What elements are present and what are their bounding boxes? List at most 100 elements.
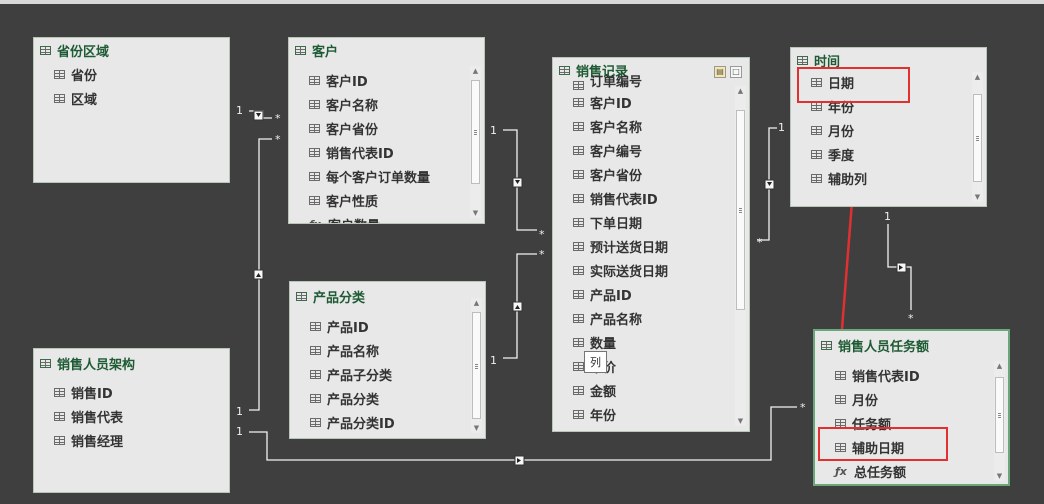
cardinality-many: * — [800, 401, 806, 414]
field-item[interactable]: 月份 — [815, 387, 1008, 411]
field-item[interactable]: 季度 — [791, 142, 986, 166]
field-item[interactable]: 预计送货日期 — [553, 234, 749, 258]
fx-measure-icon: ƒx — [835, 464, 847, 478]
scroll-down-arrow[interactable]: ▼ — [735, 416, 746, 426]
field-item[interactable]: 客户省份 — [289, 116, 484, 140]
field-label: 产品分类ID — [327, 416, 395, 432]
field-item[interactable]: 销售代表ID — [815, 363, 1008, 387]
field-item[interactable]: 销售ID — [34, 380, 229, 404]
scroll-up-arrow[interactable]: ▲ — [735, 86, 746, 96]
field-item[interactable]: 下单日期 — [553, 210, 749, 234]
column-grid-icon — [573, 337, 584, 347]
field-item[interactable]: 产品分类ID — [290, 410, 485, 434]
column-grid-icon — [309, 123, 320, 133]
column-grid-icon — [573, 289, 584, 299]
cardinality-many: * — [539, 248, 545, 261]
scroll-down-arrow[interactable]: ▼ — [994, 471, 1005, 481]
field-item[interactable]: 产品子分类 — [290, 362, 485, 386]
scroll-up-arrow[interactable]: ▲ — [470, 66, 481, 76]
field-label: 销售代表ID — [326, 146, 394, 162]
field-item[interactable]: 数量 — [553, 330, 749, 354]
cardinality-many: * — [275, 112, 281, 125]
scroll-down-arrow[interactable]: ▼ — [972, 192, 983, 202]
scroll-down-arrow[interactable]: ▼ — [470, 208, 481, 218]
column-grid-icon — [573, 97, 584, 107]
table-sales-target[interactable]: 销售人员任务额 销售代表ID 月份 任务额 辅助日期 ƒx 总任务额 ▲ ▼ — [813, 329, 1010, 486]
field-item[interactable]: 单价 — [553, 354, 749, 378]
scroll-down-arrow[interactable]: ▼ — [471, 423, 482, 433]
field-item[interactable]: ƒx 客户数量 — [289, 212, 484, 224]
field-item[interactable]: 销售代表ID — [553, 186, 749, 210]
column-grid-icon — [573, 169, 584, 179]
table-sales-record[interactable]: 销售记录 ▤ □ 订单编号 客户ID 客户名称 客户编号 客户省份 销售代表ID… — [552, 57, 750, 432]
column-grid-icon — [54, 93, 65, 103]
field-item[interactable]: 销售经理 — [34, 428, 229, 452]
column-grid-icon — [54, 69, 65, 79]
field-item[interactable]: 产品ID — [553, 282, 749, 306]
cardinality-one: 1 — [236, 405, 243, 418]
vertical-scrollbar[interactable]: ▲ ▼ — [471, 298, 482, 433]
field-item[interactable]: 客户编号 — [553, 138, 749, 162]
field-label: 产品名称 — [590, 312, 643, 328]
scroll-thumb[interactable] — [471, 80, 480, 184]
field-item[interactable]: 销售代表ID — [289, 140, 484, 164]
field-item[interactable]: 月份 — [791, 118, 986, 142]
column-grid-icon — [573, 193, 584, 203]
field-item[interactable]: 产品ID — [290, 314, 485, 338]
field-item[interactable]: 客户性质 — [289, 188, 484, 212]
column-grid-icon — [309, 171, 320, 181]
vertical-scrollbar[interactable]: ▲ ▼ — [470, 66, 481, 218]
column-grid-icon — [54, 387, 65, 397]
field-item[interactable]: 产品名称 — [290, 338, 485, 362]
scroll-up-arrow[interactable]: ▲ — [994, 361, 1005, 371]
measure-item[interactable]: ƒx 总任务额 — [815, 459, 1008, 483]
table-header[interactable]: 销售人员架构 — [34, 351, 229, 375]
field-item[interactable]: 金额 — [553, 378, 749, 402]
scroll-up-arrow[interactable]: ▲ — [972, 72, 983, 82]
table-header[interactable]: 客户 — [289, 38, 484, 62]
field-item[interactable]: 辅助列 — [791, 166, 986, 190]
field-item[interactable]: 产品分类 — [290, 386, 485, 410]
field-item[interactable]: 客户省份 — [553, 162, 749, 186]
table-customer[interactable]: 客户 客户ID 客户名称 客户省份 销售代表ID 每个客户订单数量 客户性质 ƒ… — [288, 37, 485, 224]
cardinality-one: 1 — [236, 104, 243, 117]
scroll-thumb[interactable] — [736, 110, 745, 310]
field-item[interactable]: 省份 — [34, 62, 229, 86]
field-item[interactable]: 年份 — [553, 402, 749, 426]
table-province-region[interactable]: 省份区域 省份 区域 — [33, 37, 230, 183]
column-grid-icon — [310, 345, 321, 355]
field-item[interactable]: 区域 — [34, 86, 229, 110]
field-label: 客户ID — [326, 74, 368, 90]
table-product-category[interactable]: 产品分类 产品ID 产品名称 产品子分类 产品分类 产品分类ID ▲ ▼ — [289, 281, 486, 439]
scroll-thumb[interactable] — [472, 312, 481, 419]
field-item[interactable]: 客户ID — [553, 90, 749, 114]
table-header[interactable]: 销售人员任务额 — [815, 333, 1008, 357]
column-tooltip: 列 — [584, 351, 607, 373]
column-grid-icon — [309, 99, 320, 109]
field-label: 辅助列 — [828, 172, 868, 188]
table-sales-org[interactable]: 销售人员架构 销售ID 销售代表 销售经理 — [33, 348, 230, 493]
column-grid-icon — [573, 409, 584, 419]
field-item[interactable]: 客户名称 — [553, 114, 749, 138]
scroll-thumb[interactable] — [995, 377, 1004, 453]
field-item[interactable]: 客户名称 — [289, 92, 484, 116]
scroll-thumb[interactable] — [973, 94, 982, 182]
field-item[interactable]: 实际送货日期 — [553, 258, 749, 282]
field-item[interactable]: 产品名称 — [553, 306, 749, 330]
column-grid-icon — [573, 361, 584, 371]
field-item[interactable]: 每个客户订单数量 — [289, 164, 484, 188]
field-item[interactable]: 客户ID — [289, 68, 484, 92]
scroll-up-arrow[interactable]: ▲ — [471, 298, 482, 308]
field-label: 省份 — [71, 68, 98, 84]
vertical-scrollbar[interactable]: ▲ ▼ — [735, 86, 746, 426]
vertical-scrollbar[interactable]: ▲ ▼ — [994, 361, 1005, 481]
field-item[interactable]: 订单编号 — [553, 74, 749, 90]
table-grid-icon — [821, 340, 832, 350]
field-item[interactable]: 销售代表 — [34, 404, 229, 428]
table-header[interactable]: 产品分类 — [290, 284, 485, 308]
field-label: 季度 — [828, 148, 855, 164]
field-label: 客户名称 — [326, 98, 379, 114]
field-label: 客户编号 — [590, 144, 643, 160]
table-header[interactable]: 省份区域 — [34, 38, 229, 62]
vertical-scrollbar[interactable]: ▲ ▼ — [972, 72, 983, 202]
